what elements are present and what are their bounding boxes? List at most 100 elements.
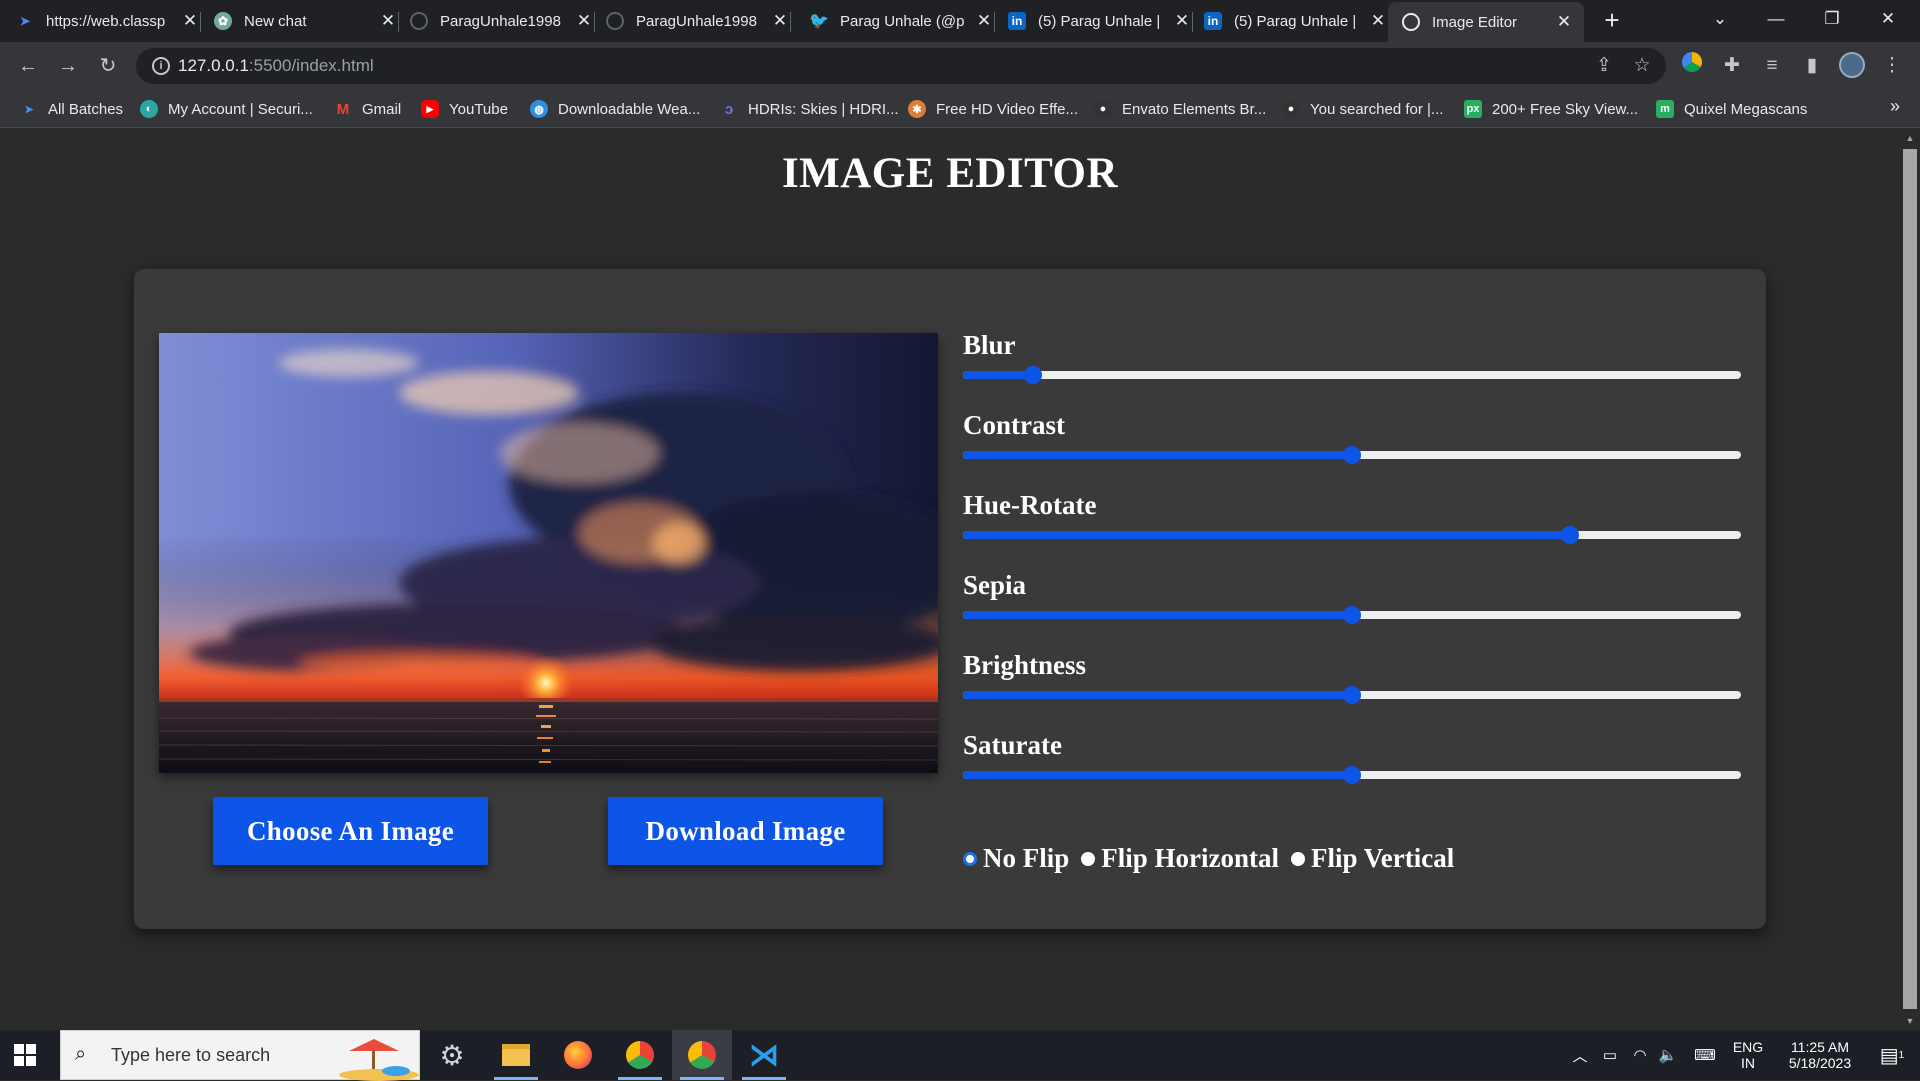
hdri-icon: ɔ	[724, 100, 734, 118]
chrome-profile-icon[interactable]	[610, 1030, 670, 1080]
slider-thumb[interactable]	[1343, 446, 1361, 464]
slider-fill	[963, 691, 1352, 699]
close-icon[interactable]: ✕	[770, 11, 790, 31]
no-flip-option[interactable]: No Flip	[963, 843, 1069, 874]
browser-tab[interactable]: ParagUnhale1998 ✕	[606, 0, 791, 42]
slider-fill	[963, 531, 1570, 539]
blur-slider[interactable]	[963, 365, 1741, 385]
page-scrollbar[interactable]: ▲ ▼	[1900, 129, 1920, 1030]
browser-tab[interactable]: ✿ New chat ✕	[214, 0, 399, 42]
saturate-slider[interactable]	[963, 765, 1741, 785]
slider-thumb[interactable]	[1024, 366, 1043, 384]
bookmark-item[interactable]: M Gmail	[334, 98, 401, 120]
settings-app-icon[interactable]: ⚙	[422, 1030, 482, 1080]
bookmark-item[interactable]: ● Envato Elements Br...	[1094, 98, 1266, 120]
address-bar[interactable]: i 127.0.0.1:5500/index.html ⇪ ☆	[136, 48, 1666, 84]
flip-horizontal-option[interactable]: Flip Horizontal	[1081, 843, 1279, 874]
bookmark-item[interactable]: ➤ All Batches	[20, 98, 123, 120]
close-icon[interactable]: ✕	[974, 11, 994, 31]
hue-rotate-slider[interactable]	[963, 525, 1741, 545]
close-icon[interactable]: ✕	[574, 11, 594, 31]
flip-vertical-option[interactable]: Flip Vertical	[1291, 843, 1454, 874]
slider-thumb[interactable]	[1343, 766, 1361, 784]
reload-icon[interactable]: ↻	[94, 52, 122, 80]
slider-thumb[interactable]	[1343, 686, 1361, 704]
slider-thumb[interactable]	[1560, 526, 1579, 544]
firefox-icon[interactable]	[548, 1030, 608, 1080]
file-explorer-icon[interactable]	[486, 1030, 546, 1080]
taskbar-search[interactable]: ⌕ Type here to search	[60, 1030, 420, 1081]
slider-fill	[963, 451, 1352, 459]
bookmark-star-icon[interactable]: ☆	[1630, 54, 1654, 78]
bookmark-label: YouTube	[449, 100, 508, 118]
menu-icon[interactable]: ⋮	[1878, 52, 1906, 80]
contrast-slider[interactable]	[963, 445, 1741, 465]
close-window-button[interactable]: ✕	[1860, 0, 1916, 42]
volume-icon[interactable]: 🔈	[1656, 1030, 1680, 1080]
clock-time: 11:25 AM	[1790, 1039, 1850, 1055]
windows-start-icon[interactable]	[14, 1044, 36, 1066]
close-icon[interactable]: ✕	[378, 11, 398, 31]
globe-icon: ◍	[530, 100, 548, 118]
browser-tab[interactable]: in (5) Parag Unhale | ✕	[1204, 0, 1388, 42]
arrow-icon: ➤	[24, 103, 34, 116]
media-control-icon[interactable]: ≡	[1758, 52, 1786, 80]
radio-button[interactable]	[1291, 851, 1306, 866]
keyboard-icon[interactable]: ⌨	[1688, 1030, 1722, 1080]
browser-tab[interactable]: 🐦 Parag Unhale (@p ✕	[809, 0, 995, 42]
scroll-up-icon[interactable]: ▲	[1904, 133, 1916, 143]
choose-image-button[interactable]: Choose An Image	[213, 797, 488, 865]
close-icon[interactable]: ✕	[1554, 12, 1574, 32]
bookmark-item[interactable]: ● You searched for |...	[1282, 98, 1443, 120]
bookmark-item[interactable]: px 200+ Free Sky View...	[1464, 98, 1638, 120]
battery-icon[interactable]: ▭	[1598, 1030, 1622, 1080]
bookmark-item[interactable]: ɔ HDRIs: Skies | HDRI...	[720, 98, 899, 120]
avatar[interactable]	[1838, 52, 1866, 80]
browser-tab[interactable]: ParagUnhale1998 ✕	[410, 0, 595, 42]
bookmark-item[interactable]: ▶ YouTube	[421, 98, 508, 120]
language-indicator[interactable]: ENG IN	[1726, 1030, 1770, 1080]
bookmark-item[interactable]: ◍ Downloadable Wea...	[530, 98, 700, 120]
browser-tab[interactable]: ➤ https://web.classp ✕	[16, 0, 201, 42]
download-image-button[interactable]: Download Image	[608, 797, 883, 865]
sepia-slider[interactable]	[963, 605, 1741, 625]
tab-strip: ➤ https://web.classp ✕ ✿ New chat ✕ Para…	[0, 0, 1920, 42]
extension-color-icon[interactable]	[1678, 52, 1706, 80]
more-bookmarks-icon[interactable]: »	[1890, 96, 1900, 117]
bookmark-item[interactable]: m Quixel Megascans	[1656, 98, 1807, 120]
notification-center-icon[interactable]: ▤ 1	[1872, 1030, 1912, 1080]
url-text[interactable]: 127.0.0.1:5500/index.html	[178, 56, 374, 76]
chrome-icon[interactable]	[672, 1030, 732, 1080]
back-icon[interactable]: ←	[14, 52, 42, 80]
tab-search-icon[interactable]: ⌄	[1692, 0, 1748, 42]
browser-tab-active[interactable]: Image Editor ✕	[1388, 2, 1584, 42]
radio-button[interactable]	[963, 851, 977, 866]
bookmark-item[interactable]: ✱ Free HD Video Effe...	[908, 98, 1078, 120]
show-hidden-icons-icon[interactable]: ︿	[1568, 1030, 1592, 1080]
slider-thumb[interactable]	[1343, 606, 1361, 624]
info-icon[interactable]: i	[152, 57, 170, 75]
youtube-icon: ▶	[421, 100, 439, 118]
blur-control: Blur	[963, 329, 1741, 385]
search-placeholder: Type here to search	[111, 1045, 271, 1065]
scroll-down-icon[interactable]: ▼	[1904, 1016, 1916, 1026]
forward-icon[interactable]: →	[54, 52, 82, 80]
bookmark-item[interactable]: ◐ My Account | Securi...	[140, 98, 313, 120]
vscode-icon[interactable]: ⋊	[734, 1030, 794, 1080]
clock[interactable]: 11:25 AM 5/18/2023	[1772, 1030, 1868, 1080]
restore-button[interactable]: ❐	[1804, 0, 1860, 42]
close-icon[interactable]: ✕	[1172, 11, 1192, 31]
wifi-icon[interactable]: ◠	[1628, 1030, 1652, 1080]
close-icon[interactable]: ✕	[1368, 11, 1388, 31]
scrollbar-thumb[interactable]	[1903, 149, 1917, 1009]
side-panel-icon[interactable]: ▮	[1798, 52, 1826, 80]
new-tab-button[interactable]: +	[1598, 6, 1626, 34]
minimize-button[interactable]: —	[1748, 0, 1804, 42]
close-icon[interactable]: ✕	[180, 11, 200, 31]
share-icon[interactable]: ⇪	[1592, 54, 1616, 78]
browser-tab[interactable]: in (5) Parag Unhale | ✕	[1008, 0, 1193, 42]
brightness-slider[interactable]	[963, 685, 1741, 705]
notification-count: 1	[1898, 1049, 1905, 1061]
extensions-icon[interactable]: ✚	[1718, 52, 1746, 80]
radio-button[interactable]	[1081, 851, 1096, 866]
